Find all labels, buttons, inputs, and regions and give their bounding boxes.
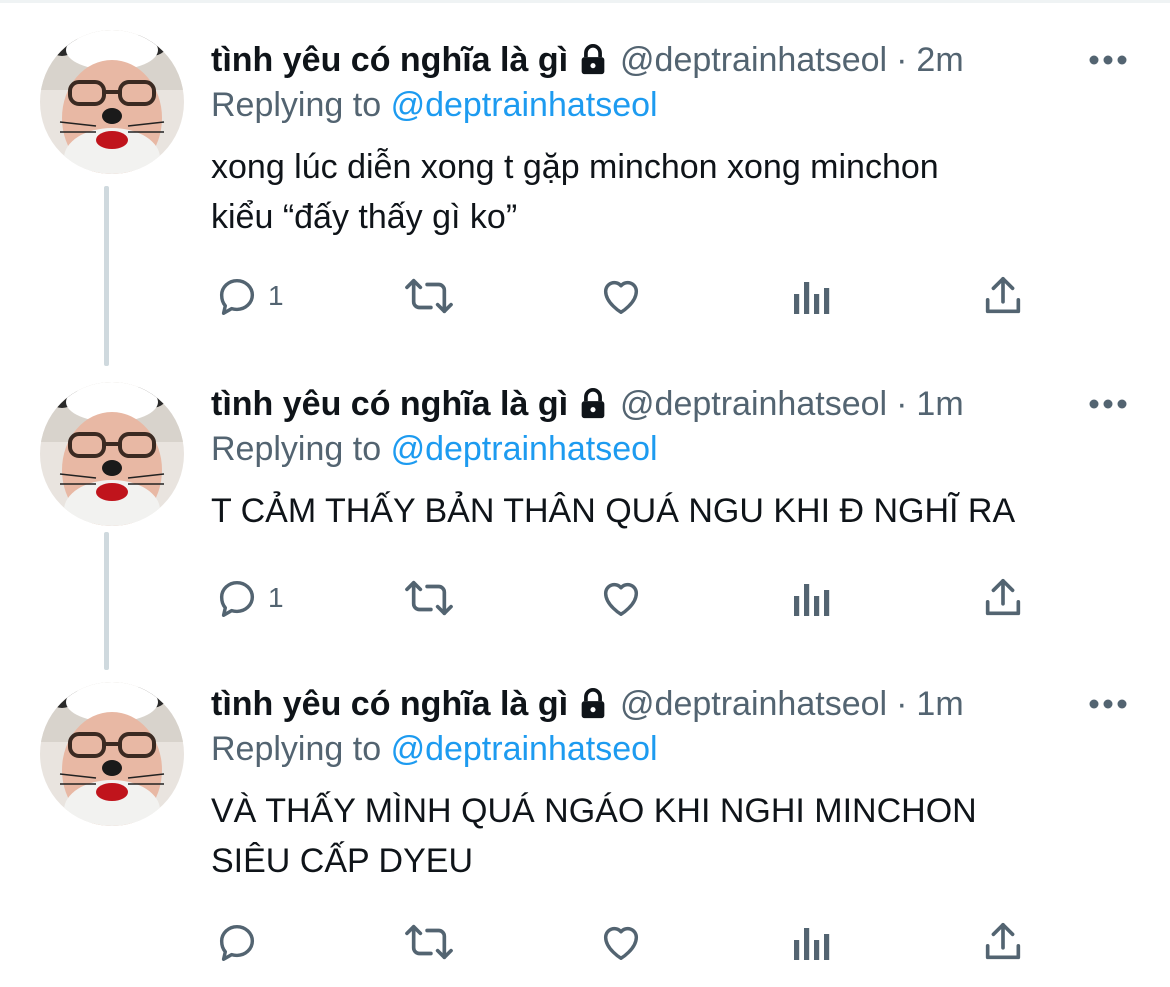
- tweet-header: tình yêu có nghĩa là gì @deptrainhatseol…: [211, 38, 964, 82]
- share-button[interactable]: [980, 568, 1026, 628]
- replying-to: Replying to @deptrainhatseol: [211, 730, 658, 769]
- replying-mention[interactable]: @deptrainhatseol: [391, 730, 658, 768]
- views-icon: [792, 276, 832, 316]
- retweet-button[interactable]: [402, 266, 456, 326]
- replying-prefix: Replying to: [211, 730, 382, 768]
- tweet-text-line: kiểu “đấy thấy gì ko”: [211, 198, 518, 236]
- like-button[interactable]: [597, 568, 645, 628]
- retweet-button[interactable]: [402, 568, 456, 628]
- action-bar: 1: [0, 568, 1170, 628]
- timestamp[interactable]: 1m: [916, 385, 963, 424]
- avatar[interactable]: [40, 682, 184, 826]
- share-icon: [980, 575, 1026, 621]
- views-icon: [792, 578, 832, 618]
- retweet-button[interactable]: [402, 912, 456, 972]
- retweet-icon: [402, 273, 456, 319]
- retweet-icon: [402, 575, 456, 621]
- reply-button[interactable]: [214, 912, 268, 972]
- like-icon: [597, 575, 645, 621]
- display-name[interactable]: tình yêu có nghĩa là gì: [211, 385, 568, 424]
- reply-button[interactable]: 1: [214, 568, 284, 628]
- views-icon: [792, 922, 832, 962]
- timestamp[interactable]: 1m: [916, 685, 963, 724]
- like-button[interactable]: [597, 266, 645, 326]
- tweet[interactable]: tình yêu có nghĩa là gì @deptrainhatseol…: [0, 382, 1170, 652]
- replying-to: Replying to @deptrainhatseol: [211, 430, 658, 469]
- lock-icon: [576, 43, 610, 77]
- replying-mention[interactable]: @deptrainhatseol: [391, 86, 658, 124]
- reply-icon: [214, 575, 260, 621]
- avatar[interactable]: [40, 30, 184, 174]
- tweet-header: tình yêu có nghĩa là gì @deptrainhatseol…: [211, 382, 964, 426]
- display-name[interactable]: tình yêu có nghĩa là gì: [211, 41, 568, 80]
- reply-count: 1: [268, 582, 284, 613]
- tweet-text-line: SIÊU CẤP DYEU: [211, 842, 474, 880]
- reply-icon: [214, 273, 260, 319]
- lock-icon: [576, 387, 610, 421]
- tweet[interactable]: tình yêu có nghĩa là gì @deptrainhatseol…: [0, 682, 1170, 982]
- handle[interactable]: @deptrainhatseol: [620, 41, 887, 80]
- separator: ·: [896, 40, 908, 79]
- tweet-text-line: T CẢM THẤY BẢN THÂN QUÁ NGU KHI Đ NGHĨ R…: [211, 492, 1016, 530]
- reply-count: 1: [268, 280, 284, 311]
- display-name[interactable]: tình yêu có nghĩa là gì: [211, 685, 568, 724]
- replying-mention[interactable]: @deptrainhatseol: [391, 430, 658, 468]
- top-divider: [0, 0, 1170, 3]
- more-icon[interactable]: [1086, 682, 1130, 726]
- separator: ·: [896, 684, 908, 723]
- like-icon: [597, 273, 645, 319]
- tweet-text: T CẢM THẤY BẢN THÂN QUÁ NGU KHI Đ NGHĨ R…: [211, 486, 1111, 536]
- tweet-header: tình yêu có nghĩa là gì @deptrainhatseol…: [211, 682, 964, 726]
- share-button[interactable]: [980, 266, 1026, 326]
- replying-to: Replying to @deptrainhatseol: [211, 86, 658, 125]
- views-button[interactable]: [792, 912, 832, 972]
- tweet-text: xong lúc diễn xong t gặp minchon xong mi…: [211, 142, 1111, 242]
- timestamp[interactable]: 2m: [916, 41, 963, 80]
- action-bar: [0, 912, 1170, 972]
- lock-icon: [576, 687, 610, 721]
- avatar[interactable]: [40, 382, 184, 526]
- tweet-text: VÀ THẤY MÌNH QUÁ NGÁO KHI NGHI MINCHON S…: [211, 786, 1111, 886]
- more-icon[interactable]: [1086, 382, 1130, 426]
- tweet[interactable]: tình yêu có nghĩa là gì @deptrainhatseol…: [0, 30, 1170, 338]
- views-button[interactable]: [792, 266, 832, 326]
- more-icon[interactable]: [1086, 38, 1130, 82]
- share-icon: [980, 919, 1026, 965]
- separator: ·: [896, 384, 908, 423]
- reply-icon: [214, 919, 260, 965]
- replying-prefix: Replying to: [211, 86, 382, 124]
- like-button[interactable]: [597, 912, 645, 972]
- replying-prefix: Replying to: [211, 430, 382, 468]
- views-button[interactable]: [792, 568, 832, 628]
- handle[interactable]: @deptrainhatseol: [620, 685, 887, 724]
- tweet-text-line: xong lúc diễn xong t gặp minchon xong mi…: [211, 148, 939, 186]
- tweet-text-line: VÀ THẤY MÌNH QUÁ NGÁO KHI NGHI MINCHON: [211, 792, 977, 830]
- action-bar: 1: [0, 266, 1170, 326]
- share-button[interactable]: [980, 912, 1026, 972]
- handle[interactable]: @deptrainhatseol: [620, 385, 887, 424]
- retweet-icon: [402, 919, 456, 965]
- reply-button[interactable]: 1: [214, 266, 284, 326]
- share-icon: [980, 273, 1026, 319]
- like-icon: [597, 919, 645, 965]
